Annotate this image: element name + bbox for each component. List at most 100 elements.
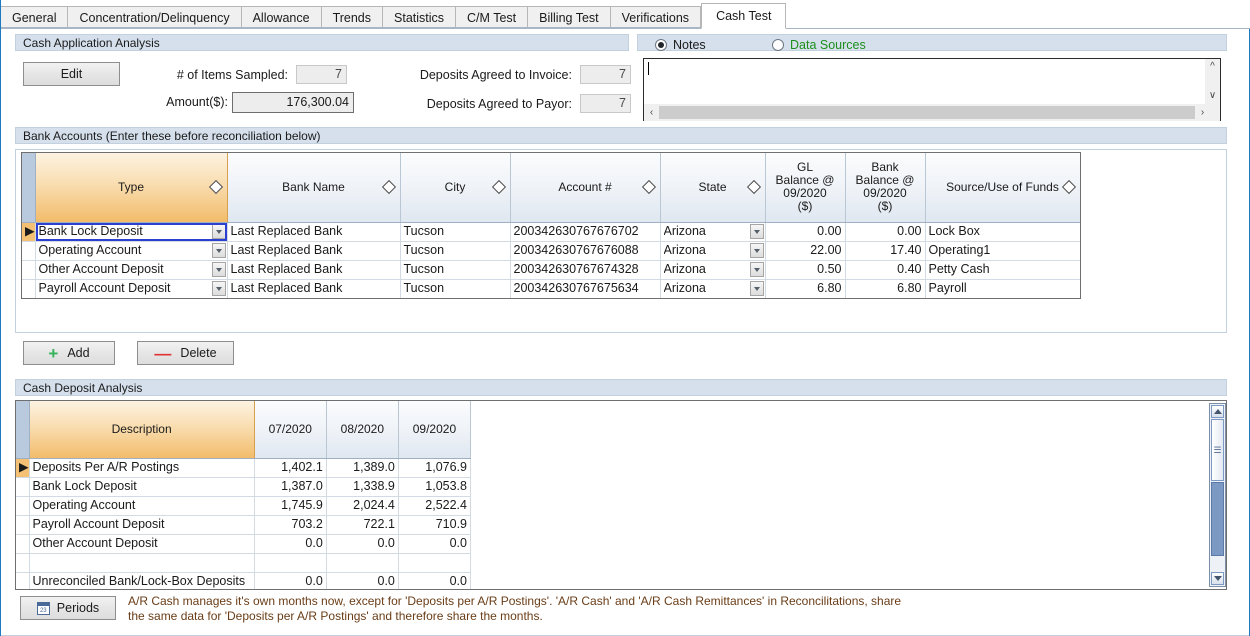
cell-source-use[interactable]: Payroll bbox=[925, 279, 1080, 298]
deposit-col-08-2020[interactable]: 08/2020 bbox=[326, 401, 398, 458]
chevron-down-icon[interactable] bbox=[212, 262, 226, 277]
add-button[interactable]: + Add bbox=[23, 341, 115, 365]
cell-08-2020[interactable]: 0.0 bbox=[326, 572, 398, 589]
edit-button[interactable]: Edit bbox=[23, 62, 120, 86]
table-row[interactable]: Bank Lock Deposit 1,387.0 1,338.9 1,053.… bbox=[16, 477, 471, 496]
table-row[interactable]: ▶ Bank Lock Deposit Last Replaced Bank T… bbox=[22, 222, 1080, 241]
table-row[interactable]: Other Account Deposit Last Replaced Bank… bbox=[22, 260, 1080, 279]
bank-col-source-use[interactable]: Source/Use of Funds bbox=[925, 153, 1080, 222]
cell-bank-name[interactable]: Last Replaced Bank bbox=[227, 241, 400, 260]
table-row[interactable]: Payroll Account Deposit Last Replaced Ba… bbox=[22, 279, 1080, 298]
row-selector[interactable] bbox=[16, 496, 29, 515]
notes-horizontal-scrollbar[interactable]: ‹ › bbox=[644, 104, 1220, 121]
cell-description[interactable]: Other Account Deposit bbox=[29, 534, 254, 553]
cell-09-2020[interactable]: 0.0 bbox=[398, 534, 470, 553]
chevron-down-icon[interactable] bbox=[212, 281, 226, 296]
cell-bank-name[interactable]: Last Replaced Bank bbox=[227, 260, 400, 279]
bank-col-bank-balance[interactable]: Bank Balance @ 09/2020 ($) bbox=[845, 153, 925, 222]
cell-description[interactable]: Operating Account bbox=[29, 496, 254, 515]
cell-07-2020[interactable]: 0.0 bbox=[254, 572, 326, 589]
cell-07-2020[interactable]: 0.0 bbox=[254, 534, 326, 553]
deposit-col-07-2020[interactable]: 07/2020 bbox=[254, 401, 326, 458]
delete-button[interactable]: — Delete bbox=[137, 341, 234, 365]
row-selector[interactable] bbox=[16, 477, 29, 496]
cell-gl-balance[interactable]: 6.80 bbox=[765, 279, 845, 298]
radio-notes[interactable]: Notes bbox=[655, 38, 706, 52]
cell-07-2020[interactable]: 1,387.0 bbox=[254, 477, 326, 496]
amount-input[interactable]: 176,300.04 bbox=[232, 92, 354, 113]
bank-col-gl-balance[interactable]: GL Balance @ 09/2020 ($) bbox=[765, 153, 845, 222]
notes-scroll-left-icon[interactable]: ‹ bbox=[644, 105, 659, 120]
notes-hscroll-thumb[interactable] bbox=[659, 106, 1195, 119]
cell-bank-balance[interactable]: 6.80 bbox=[845, 279, 925, 298]
tab-general[interactable]: General bbox=[0, 6, 68, 28]
scroll-down-icon[interactable] bbox=[1211, 572, 1224, 585]
row-selector[interactable] bbox=[22, 279, 35, 298]
cell-description[interactable]: Deposits Per A/R Postings bbox=[29, 458, 254, 477]
cell-08-2020[interactable]: 1,338.9 bbox=[326, 477, 398, 496]
bank-accounts-grid[interactable]: Type Bank Name City Account # State GL B… bbox=[21, 152, 1081, 299]
tab-statistics[interactable]: Statistics bbox=[383, 6, 456, 28]
cell-state[interactable]: Arizona bbox=[660, 222, 765, 241]
tab-allowance[interactable]: Allowance bbox=[242, 6, 322, 28]
table-row[interactable]: Operating Account 1,745.9 2,024.4 2,522.… bbox=[16, 496, 471, 515]
row-selector[interactable]: ▶ bbox=[22, 222, 35, 241]
deposit-col-description[interactable]: Description bbox=[29, 401, 254, 458]
filter-diamond-icon[interactable] bbox=[381, 180, 395, 194]
cell-09-2020[interactable]: 710.9 bbox=[398, 515, 470, 534]
chevron-down-icon[interactable] bbox=[212, 224, 226, 239]
table-row[interactable]: Operating Account Last Replaced Bank Tuc… bbox=[22, 241, 1080, 260]
chevron-down-icon[interactable] bbox=[212, 243, 226, 258]
row-selector[interactable] bbox=[22, 241, 35, 260]
bank-col-account[interactable]: Account # bbox=[510, 153, 660, 222]
cell-state[interactable]: Arizona bbox=[660, 279, 765, 298]
tab-concentration-delinquency[interactable]: Concentration/Delinquency bbox=[68, 6, 241, 28]
row-selector[interactable] bbox=[22, 260, 35, 279]
chevron-down-icon[interactable] bbox=[750, 243, 764, 258]
cell-state[interactable]: Arizona bbox=[660, 260, 765, 279]
items-sampled-input[interactable]: 7 bbox=[296, 65, 347, 84]
cell-type[interactable]: Bank Lock Deposit bbox=[35, 222, 227, 241]
row-selector[interactable] bbox=[16, 572, 29, 589]
tab-billing-test[interactable]: Billing Test bbox=[528, 6, 611, 28]
cell-description[interactable]: Unreconciled Bank/Lock-Box Deposits bbox=[29, 572, 254, 589]
cell-type[interactable]: Operating Account bbox=[35, 241, 227, 260]
cell-09-2020[interactable]: 0.0 bbox=[398, 572, 470, 589]
vscroll-thumb[interactable]: ☰ bbox=[1211, 419, 1224, 481]
cell-bank-balance[interactable]: 17.40 bbox=[845, 241, 925, 260]
filter-diamond-icon[interactable] bbox=[746, 180, 760, 194]
cell-08-2020[interactable]: 1,389.0 bbox=[326, 458, 398, 477]
cell-source-use[interactable]: Petty Cash bbox=[925, 260, 1080, 279]
cell-city[interactable]: Tucson bbox=[400, 279, 510, 298]
vscroll-track-filled[interactable] bbox=[1211, 482, 1224, 556]
cell-07-2020[interactable]: 703.2 bbox=[254, 515, 326, 534]
chevron-down-icon[interactable] bbox=[750, 281, 764, 296]
filter-diamond-icon[interactable] bbox=[641, 180, 655, 194]
cell-type[interactable]: Other Account Deposit bbox=[35, 260, 227, 279]
tab-trends[interactable]: Trends bbox=[322, 6, 383, 28]
bank-col-bank-name[interactable]: Bank Name bbox=[227, 153, 400, 222]
cell-08-2020[interactable]: 0.0 bbox=[326, 534, 398, 553]
filter-diamond-icon[interactable] bbox=[1061, 180, 1075, 194]
filter-diamond-icon[interactable] bbox=[208, 180, 222, 194]
table-row[interactable]: Payroll Account Deposit 703.2 722.1 710.… bbox=[16, 515, 471, 534]
chevron-down-icon[interactable] bbox=[750, 262, 764, 277]
cell-description[interactable]: Payroll Account Deposit bbox=[29, 515, 254, 534]
cell-description[interactable]: Bank Lock Deposit bbox=[29, 477, 254, 496]
cell-account[interactable]: 200342630767674328 bbox=[510, 260, 660, 279]
tab-cash-test[interactable]: Cash Test bbox=[701, 3, 786, 29]
cell-gl-balance[interactable]: 22.00 bbox=[765, 241, 845, 260]
cell-bank-name[interactable]: Last Replaced Bank bbox=[227, 222, 400, 241]
cash-deposit-vertical-scrollbar[interactable]: ☰ bbox=[1209, 403, 1226, 587]
cell-gl-balance[interactable]: 0.00 bbox=[765, 222, 845, 241]
cell-bank-balance[interactable]: 0.40 bbox=[845, 260, 925, 279]
cell-07-2020[interactable]: 1,745.9 bbox=[254, 496, 326, 515]
cell-source-use[interactable]: Operating1 bbox=[925, 241, 1080, 260]
deposit-col-09-2020[interactable]: 09/2020 bbox=[398, 401, 470, 458]
row-selector[interactable] bbox=[16, 553, 29, 572]
cell-gl-balance[interactable]: 0.50 bbox=[765, 260, 845, 279]
cell-state[interactable]: Arizona bbox=[660, 241, 765, 260]
row-selector[interactable] bbox=[16, 534, 29, 553]
tab-cm-test[interactable]: C/M Test bbox=[456, 6, 528, 28]
periods-button[interactable]: 23 Periods bbox=[20, 596, 116, 620]
